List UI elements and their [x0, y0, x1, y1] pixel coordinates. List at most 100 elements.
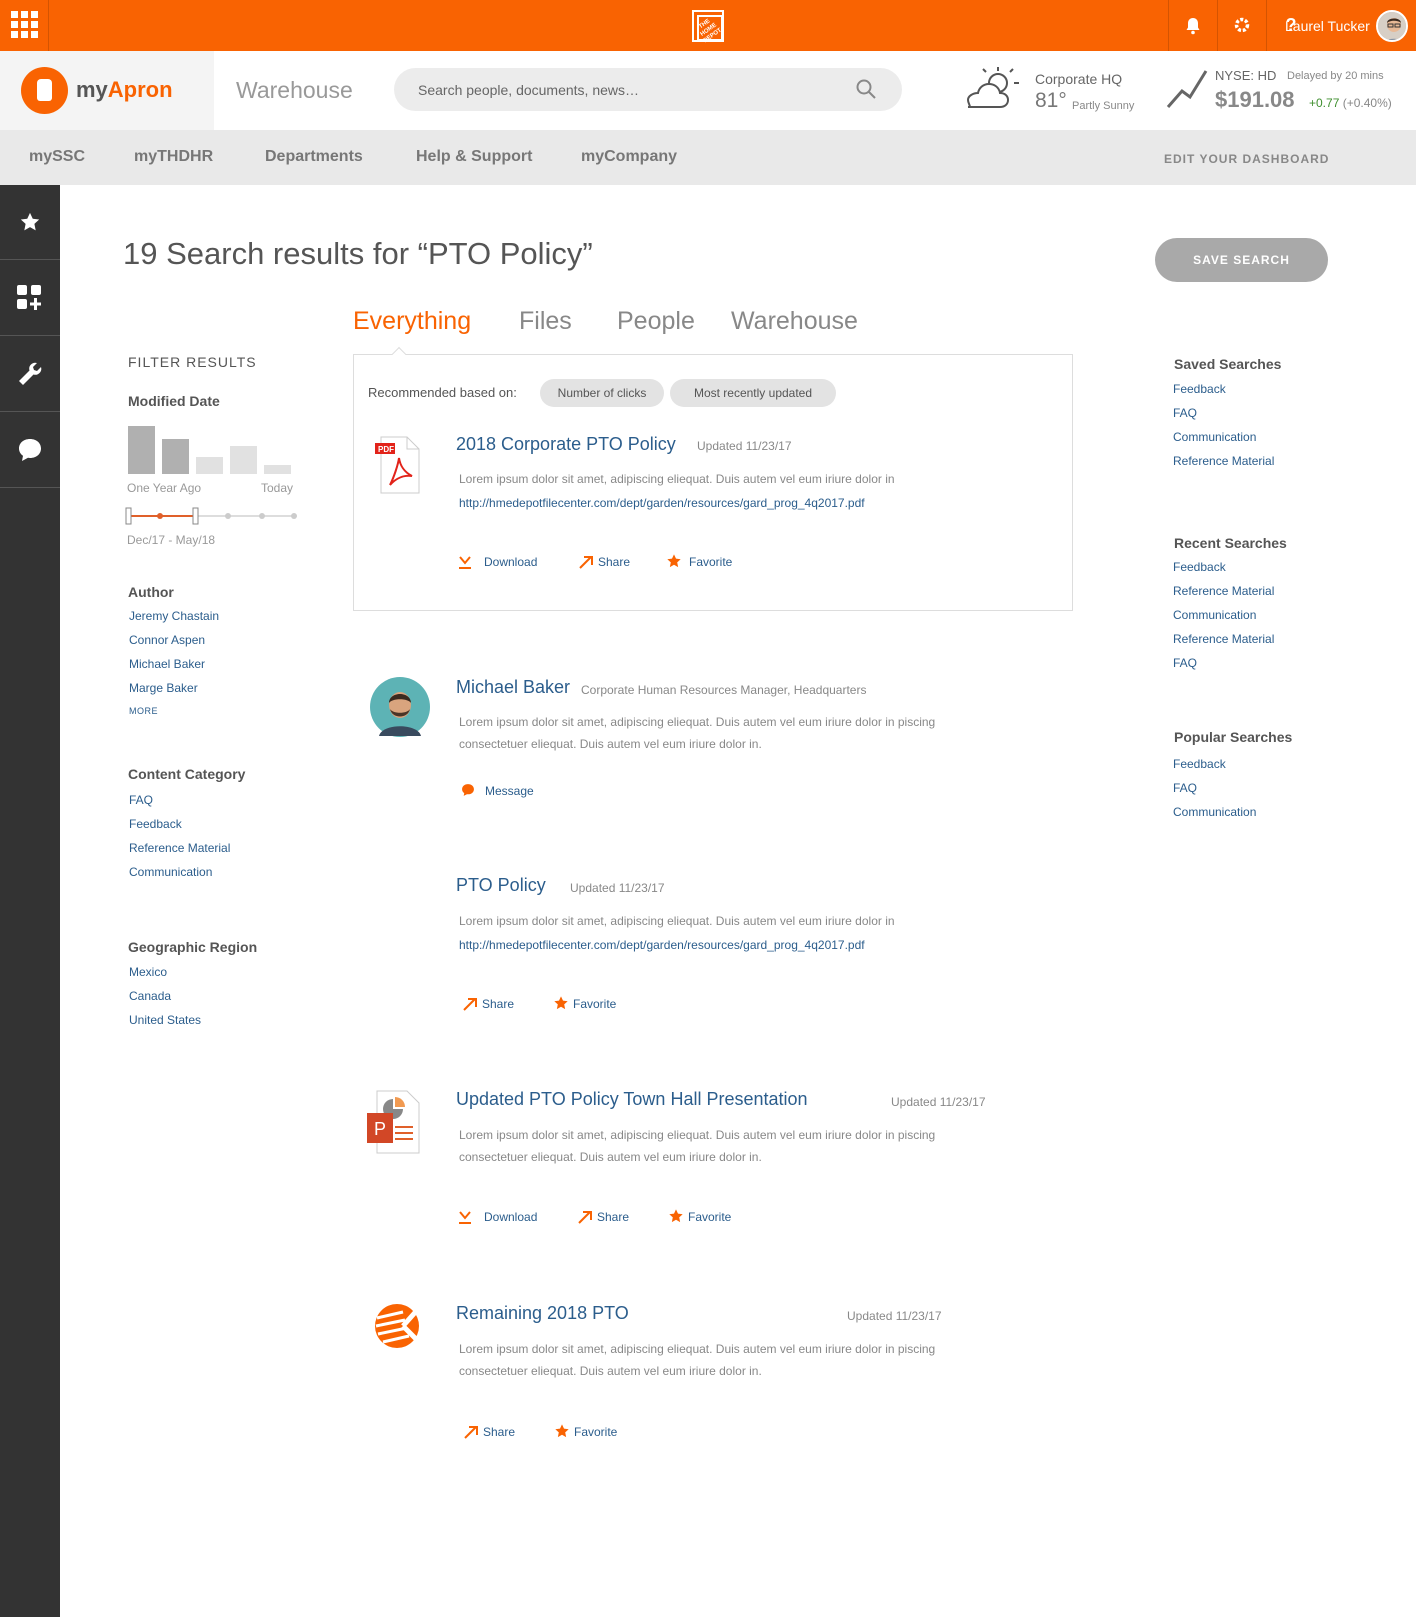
edit-dashboard-link[interactable]: EDIT YOUR DASHBOARD [1164, 152, 1329, 166]
brand-my: my [76, 77, 108, 102]
nav-item-departments[interactable]: Departments [265, 148, 363, 166]
user-name[interactable]: Laurel Tucker [1285, 18, 1370, 34]
person-avatar [370, 677, 430, 737]
pill-most-recently-updated[interactable]: Most recently updated [670, 379, 836, 407]
recent-search-link[interactable]: Reference Material [1173, 632, 1274, 646]
author-item[interactable]: Jeremy Chastain [129, 609, 219, 623]
saved-search-link[interactable]: Feedback [1173, 382, 1226, 396]
star-icon[interactable] [668, 1208, 684, 1224]
nav-item-mythdhr[interactable]: myTHDHR [134, 148, 213, 166]
stock-symbol: NYSE: HD [1215, 68, 1277, 83]
result-title[interactable]: 2018 Corporate PTO Policy [456, 434, 676, 455]
tab-warehouse[interactable]: Warehouse [731, 307, 858, 336]
region-item[interactable]: United States [129, 1013, 201, 1027]
region-item[interactable]: Mexico [129, 965, 167, 979]
chat-bubble-icon [19, 439, 41, 461]
download-icon[interactable] [457, 1209, 473, 1225]
share-button[interactable]: Share [482, 997, 514, 1011]
category-item[interactable]: Reference Material [129, 841, 230, 855]
page-title: 19 Search results for “PTO Policy” [123, 236, 593, 271]
search-input[interactable] [418, 79, 838, 101]
tab-everything[interactable]: Everything [353, 307, 471, 336]
favorite-button[interactable]: Favorite [688, 1210, 731, 1224]
category-item[interactable]: FAQ [129, 793, 153, 807]
region-item[interactable]: Canada [129, 989, 171, 1003]
star-icon[interactable] [553, 995, 569, 1011]
top-bar: THE HOME DEPOT ? Laurel Tucker [0, 0, 1416, 51]
popular-search-link[interactable]: Communication [1173, 805, 1256, 819]
result-url[interactable]: http://hmedepotfilecenter.com/dept/garde… [459, 938, 865, 952]
add-widget-rail-button[interactable] [0, 261, 60, 336]
message-button[interactable]: Message [485, 784, 534, 798]
author-item[interactable]: Marge Baker [129, 681, 198, 695]
partly-sunny-icon [966, 67, 1019, 108]
bell-icon[interactable] [1168, 0, 1217, 51]
share-button[interactable]: Share [597, 1210, 629, 1224]
search-icon[interactable] [856, 79, 876, 99]
recent-search-link[interactable]: FAQ [1173, 656, 1197, 670]
home-depot-logo[interactable]: THE HOME DEPOT [692, 10, 724, 44]
person-role: Corporate Human Resources Manager, Headq… [581, 683, 867, 697]
chat-rail-button[interactable] [0, 413, 60, 488]
author-more-link[interactable]: MORE [129, 706, 158, 716]
stock-change: +0.77 (+0.40%) [1309, 96, 1392, 110]
download-button[interactable]: Download [484, 555, 537, 569]
tools-rail-button[interactable] [0, 337, 60, 412]
save-search-button[interactable]: SAVE SEARCH [1155, 238, 1328, 282]
share-button[interactable]: Share [598, 555, 630, 569]
share-icon[interactable] [463, 1424, 479, 1440]
category-item[interactable]: Communication [129, 865, 212, 879]
person-name[interactable]: Michael Baker [456, 677, 570, 698]
header: myApron Warehouse Corporate HQ 81° Partl… [0, 51, 1416, 130]
nav-item-mycompany[interactable]: myCompany [581, 148, 677, 166]
nav-bar: mySSC myTHDHR Departments Help & Support… [0, 130, 1416, 185]
popular-search-link[interactable]: Feedback [1173, 757, 1226, 771]
gear-icon[interactable] [1217, 0, 1266, 51]
apps-grid-icon[interactable] [0, 0, 49, 51]
result-title[interactable]: Updated PTO Policy Town Hall Presentatio… [456, 1089, 808, 1110]
result-title[interactable]: PTO Policy [456, 875, 546, 896]
author-item[interactable]: Connor Aspen [129, 633, 205, 647]
author-item[interactable]: Michael Baker [129, 657, 205, 671]
nav-item-help-support[interactable]: Help & Support [416, 148, 532, 166]
download-icon[interactable] [457, 554, 473, 570]
popular-search-link[interactable]: FAQ [1173, 781, 1197, 795]
saved-search-link[interactable]: Communication [1173, 430, 1256, 444]
recent-search-link[interactable]: Communication [1173, 608, 1256, 622]
result-url[interactable]: http://hmedepotfilecenter.com/dept/garde… [459, 496, 865, 510]
nav-item-myssc[interactable]: mySSC [29, 148, 85, 166]
share-icon[interactable] [578, 554, 594, 570]
tab-files[interactable]: Files [519, 307, 572, 336]
saved-searches-title: Saved Searches [1174, 356, 1282, 372]
favorite-button[interactable]: Favorite [574, 1425, 617, 1439]
favorites-rail-button[interactable] [0, 185, 60, 260]
recent-search-link[interactable]: Reference Material [1173, 584, 1274, 598]
author-label: Author [128, 584, 174, 600]
myapron-logo[interactable]: myApron [0, 51, 214, 130]
date-range-slider[interactable] [124, 506, 302, 526]
share-icon[interactable] [577, 1209, 593, 1225]
share-icon[interactable] [462, 996, 478, 1012]
add-widget-icon [17, 285, 41, 310]
saved-search-link[interactable]: FAQ [1173, 406, 1197, 420]
histogram-bar [162, 439, 189, 474]
user-avatar[interactable] [1376, 10, 1408, 42]
star-icon[interactable] [666, 553, 682, 569]
favorite-button[interactable]: Favorite [573, 997, 616, 1011]
result-updated: Updated 11/23/17 [847, 1309, 942, 1323]
star-icon[interactable] [554, 1423, 570, 1439]
weather-location: Corporate HQ [1035, 71, 1123, 87]
category-item[interactable]: Feedback [129, 817, 182, 831]
favorite-button[interactable]: Favorite [689, 555, 732, 569]
tab-people[interactable]: People [617, 307, 695, 336]
result-updated: Updated 11/23/17 [891, 1095, 986, 1109]
recent-search-link[interactable]: Feedback [1173, 560, 1226, 574]
star-icon [20, 212, 40, 231]
share-button[interactable]: Share [483, 1425, 515, 1439]
chat-bubble-icon[interactable] [461, 783, 475, 797]
result-description: Lorem ipsum dolor sit amet, adipiscing e… [459, 472, 895, 486]
pill-number-of-clicks[interactable]: Number of clicks [540, 379, 664, 407]
download-button[interactable]: Download [484, 1210, 537, 1224]
result-title[interactable]: Remaining 2018 PTO [456, 1303, 629, 1324]
saved-search-link[interactable]: Reference Material [1173, 454, 1274, 468]
